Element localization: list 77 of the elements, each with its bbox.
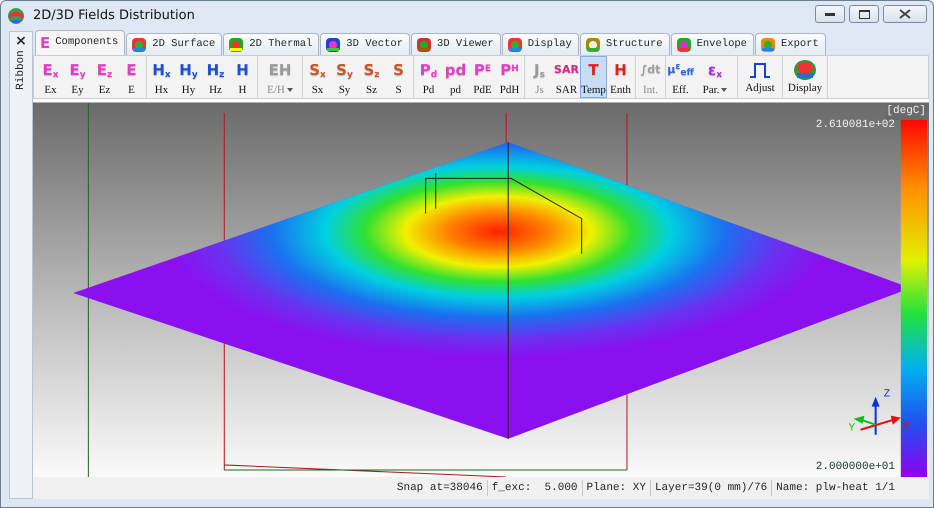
y-axis-label: Y xyxy=(848,422,856,435)
glyph-icon: H xyxy=(236,59,249,83)
status-text: Plane: XY xyxy=(582,480,650,496)
status-text: Snap at=38046 xyxy=(396,480,484,496)
minimize-icon xyxy=(825,11,835,17)
status-text: Name: plw-heat 1/1 xyxy=(771,480,899,496)
ribbon-button[interactable]: T Temp xyxy=(580,56,607,98)
app-logo-icon xyxy=(7,7,25,25)
maximize-button[interactable] xyxy=(849,5,879,23)
ribbon-button[interactable]: E E xyxy=(118,56,145,98)
unit-label: [degC] xyxy=(885,103,927,120)
glyph-icon: H$_{x}$ xyxy=(152,59,171,83)
tab[interactable]: Envelope xyxy=(670,33,754,55)
maximize-icon xyxy=(858,10,870,18)
axis-triad-icon xyxy=(854,396,901,435)
glyph-icon: H$_{z}$ xyxy=(206,59,224,83)
ribbon-button[interactable]: Display xyxy=(784,56,826,98)
x-axis-label: X xyxy=(902,420,910,433)
glyph-icon: P$_{d}$ xyxy=(420,59,438,83)
ribbon-button[interactable]: E$_{z}$ Ez xyxy=(91,56,118,98)
ribbon-button[interactable]: H$_{z}$ Hz xyxy=(202,56,229,98)
glyph-icon: J$_{s}$ xyxy=(534,59,545,83)
colorbar-max-label: 2.610081e+02 xyxy=(816,118,895,133)
ribbon-button[interactable]: S$_{x}$ Sx xyxy=(304,56,331,98)
tab[interactable]: Export xyxy=(754,33,826,55)
ribbon-button[interactable]: P$^{E}$ PdE xyxy=(469,56,496,98)
glyph-icon: S$_{y}$ xyxy=(336,59,353,83)
ribbon-button[interactable]: P$_{d}$ Pd xyxy=(415,56,442,98)
ribbon-button[interactable]: H H xyxy=(229,56,256,98)
glyph-icon: S$_{z}$ xyxy=(363,59,380,83)
glyph-icon: ε$_{x}$ xyxy=(708,59,722,83)
ribbon-button[interactable]: S S xyxy=(385,56,412,98)
glyph-icon: S xyxy=(393,59,404,83)
z-axis-label: Z xyxy=(884,388,890,401)
ribbon-button[interactable]: Adjust xyxy=(739,56,781,98)
glyph-icon: P$^{H}$ xyxy=(500,59,519,83)
ribbon-button[interactable]: H$_{x}$ Hx xyxy=(148,56,175,98)
ribbon-button[interactable]: pd pd xyxy=(442,56,469,98)
ribbon-button[interactable]: E$_{x}$ Ex xyxy=(37,56,64,98)
colorbar-min-label: 2.000000e+01 xyxy=(816,460,895,474)
tab[interactable]: Display xyxy=(502,33,579,55)
glyph-icon: SAR xyxy=(554,59,579,83)
glyph-icon: ∫dt xyxy=(640,59,660,83)
tab[interactable]: 2D Thermal xyxy=(223,33,320,55)
ribbon-label: Ribbon xyxy=(14,50,28,90)
close-icon xyxy=(899,9,911,19)
tab[interactable]: Structure xyxy=(580,33,670,55)
tab[interactable]: 3D Vector xyxy=(320,33,410,55)
ribbon-close-button[interactable]: × xyxy=(15,34,27,48)
glyph-icon: E$_{y}$ xyxy=(69,59,86,83)
glyph-icon: E$_{x}$ xyxy=(42,59,59,83)
glyph-icon: E$_{z}$ xyxy=(96,59,112,83)
ribbon-button[interactable]: ε$_{x}$ Par. xyxy=(694,56,736,98)
e-glyph-icon: E xyxy=(40,32,50,54)
glyph-icon: H$_{y}$ xyxy=(179,59,198,83)
tab[interactable]: E Components xyxy=(35,30,126,55)
minimize-button[interactable] xyxy=(815,5,845,23)
close-button[interactable] xyxy=(883,5,927,23)
ribbon-button[interactable]: H$_{y}$ Hy xyxy=(175,56,202,98)
glyph-icon: T xyxy=(588,59,599,83)
glyph-icon: EH xyxy=(268,59,292,83)
ribbon-button[interactable]: SAR SAR xyxy=(553,56,580,98)
status-text: Layer=39(0 mm)/76 xyxy=(650,480,772,496)
status-text: f_exc: 5.000 xyxy=(486,480,582,496)
glyph-icon: pd xyxy=(444,59,466,83)
ribbon-button[interactable]: S$_{y}$ Sy xyxy=(331,56,358,98)
tab[interactable]: 2D Surface xyxy=(126,33,222,55)
ribbon-button[interactable]: E$_{y}$ Ey xyxy=(64,56,91,98)
tab[interactable]: 3D Viewer xyxy=(411,33,501,55)
glyph-icon: E xyxy=(126,59,137,83)
window-title: 2D/3D Fields Distribution xyxy=(33,7,195,26)
ribbon-button[interactable]: S$_{z}$ Sz xyxy=(358,56,385,98)
ribbon-button[interactable]: P$^{H}$ PdH xyxy=(496,56,523,98)
ribbon-button[interactable]: H Enth xyxy=(607,56,634,98)
glyph-icon: H xyxy=(614,59,627,83)
glyph-icon: P$^{E}$ xyxy=(474,59,492,83)
glyph-icon: S$_{x}$ xyxy=(309,59,326,83)
